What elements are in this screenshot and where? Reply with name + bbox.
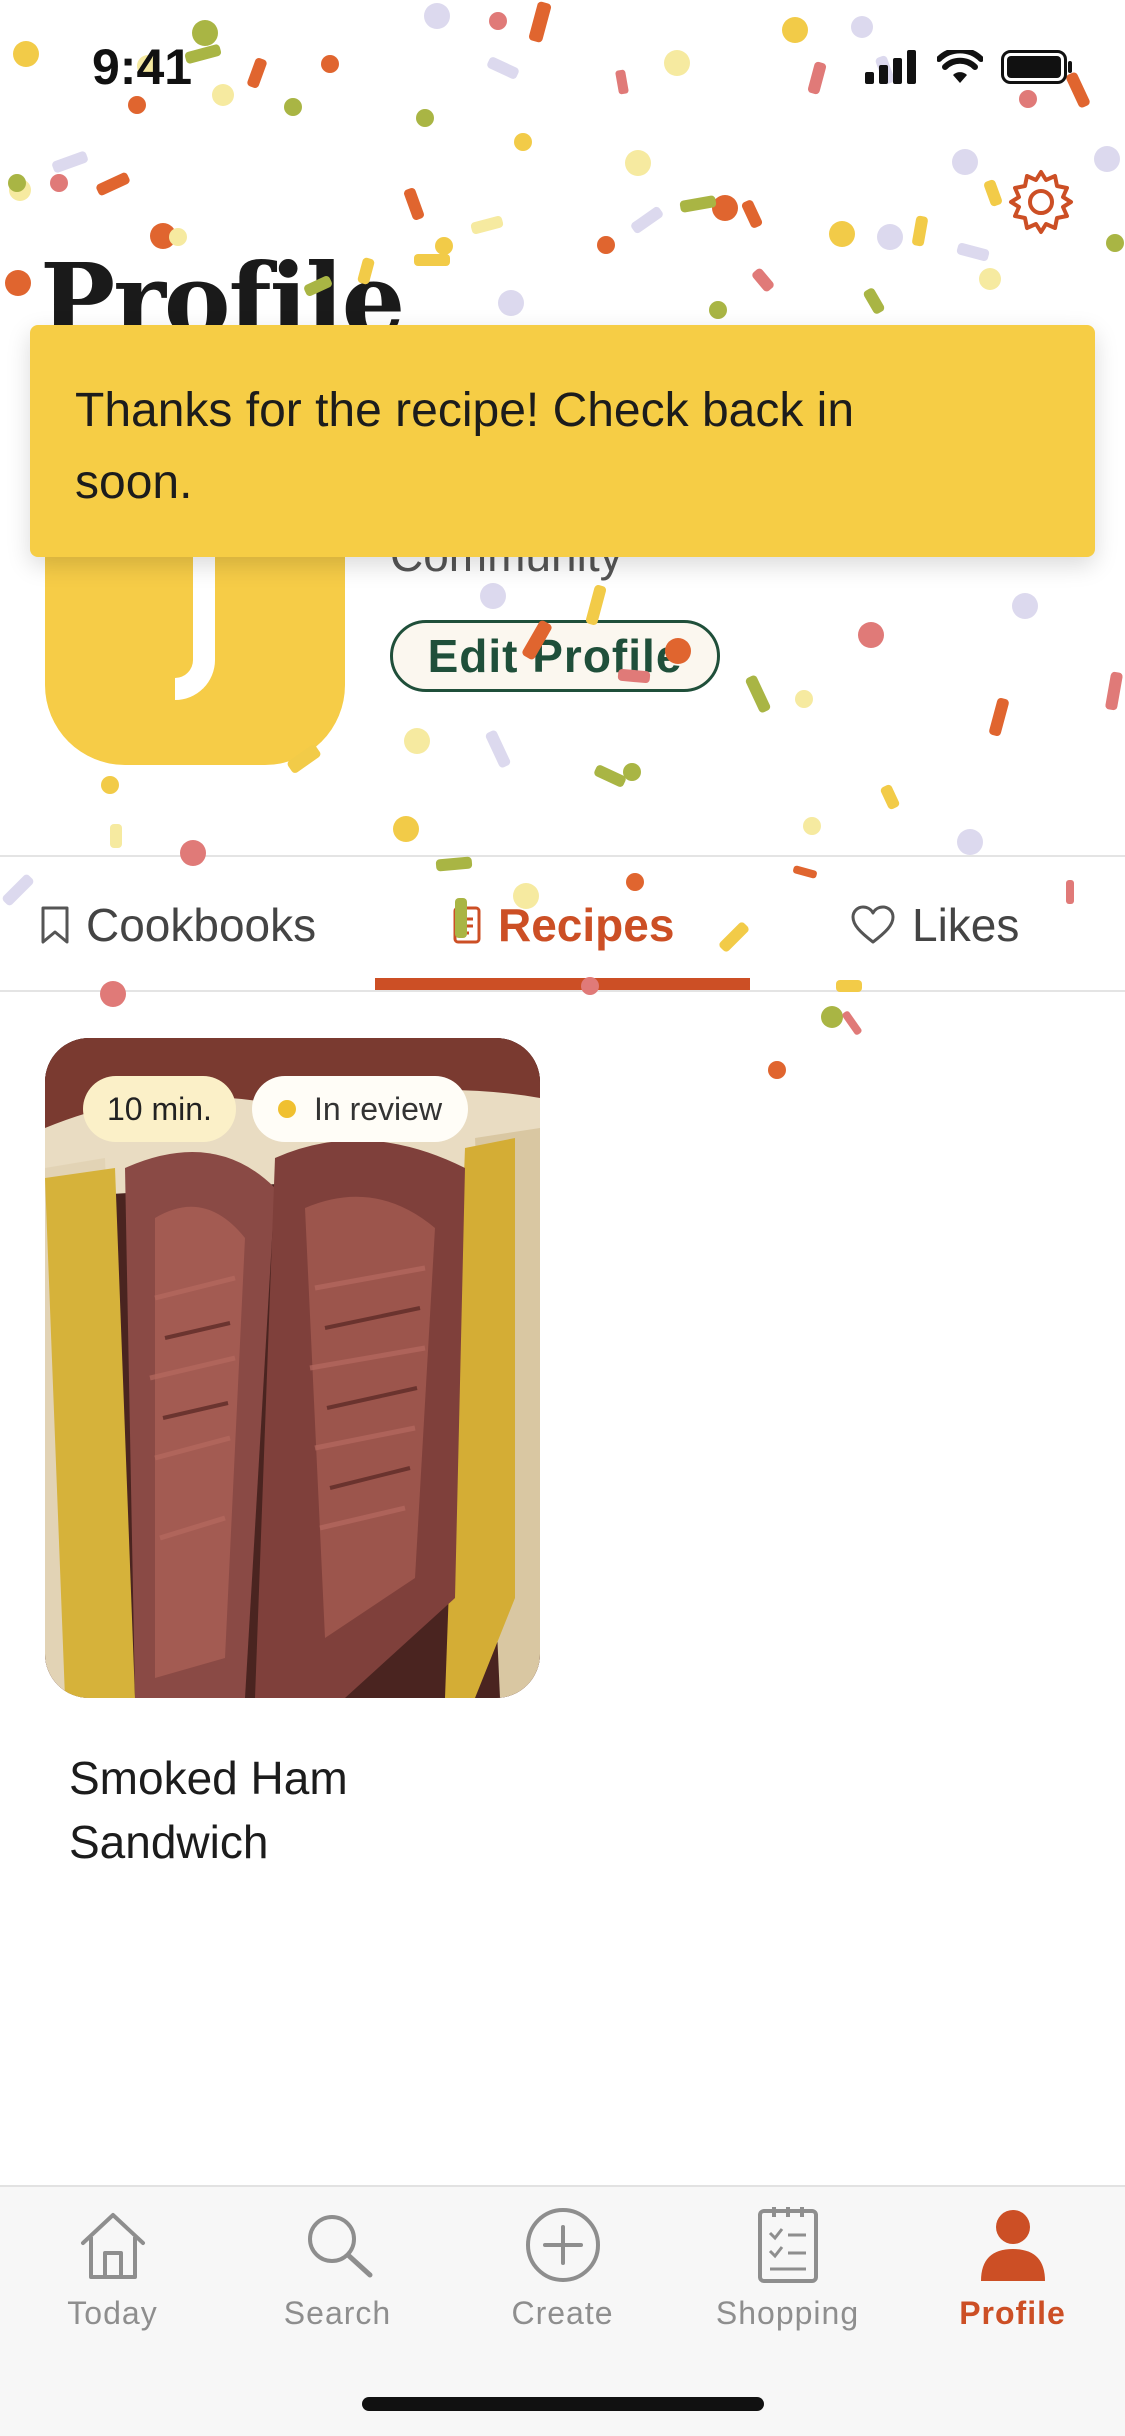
tabbar-item-shopping[interactable]: Shopping xyxy=(675,2205,900,2332)
house-icon xyxy=(80,2213,145,2279)
tabs-divider-bottom xyxy=(0,990,1125,992)
battery-icon xyxy=(1001,50,1072,84)
cook-time-badge: 10 min. xyxy=(83,1076,236,1142)
status-time: 9:41 xyxy=(92,39,193,95)
tabbar-item-search[interactable]: Search xyxy=(225,2205,450,2332)
edit-profile-button[interactable]: Edit Profile xyxy=(390,620,720,692)
tabs-divider-top xyxy=(0,855,1125,857)
status-badge: In review xyxy=(252,1076,469,1142)
status-badge-label: In review xyxy=(314,1090,443,1127)
tab-label: Cookbooks xyxy=(86,899,317,951)
tabbar-label: Shopping xyxy=(715,2295,860,2331)
tabbar-label: Profile xyxy=(959,2295,1066,2331)
recipe-photo: 10 min. In review xyxy=(45,1038,540,1698)
toast-notification[interactable]: Thanks for the recipe! Check back in soo… xyxy=(30,325,1095,557)
tabbar-label: Create xyxy=(511,2295,614,2331)
tabbar-item-profile[interactable]: Profile xyxy=(900,2205,1125,2332)
home-indicator xyxy=(362,2397,764,2411)
status-dot-icon xyxy=(278,1100,296,1118)
active-tab-indicator xyxy=(375,978,750,990)
plus-circle-icon xyxy=(525,2208,600,2282)
status-icons xyxy=(865,50,1073,84)
tab-label: Recipes xyxy=(498,899,675,951)
recipe-card[interactable]: 10 min. In review Smoked Ham Sandwich xyxy=(45,1038,540,1874)
bookmark-icon xyxy=(41,906,69,944)
tabbar-item-create[interactable]: Create xyxy=(450,2205,675,2332)
wifi-icon xyxy=(937,50,983,83)
tabbar-item-today[interactable]: Today xyxy=(0,2205,225,2332)
settings-button[interactable] xyxy=(1005,166,1077,238)
checklist-icon xyxy=(757,2207,818,2283)
recipe-card-icon xyxy=(453,906,481,944)
tab-cookbooks[interactable]: Cookbooks xyxy=(40,890,316,960)
magnifier-icon xyxy=(307,2215,372,2278)
tab-recipes[interactable]: Recipes xyxy=(452,890,674,960)
cellular-signal-icon xyxy=(865,50,916,84)
gear-icon xyxy=(1009,170,1073,234)
toast-message: Thanks for the recipe! Check back in soo… xyxy=(75,384,855,509)
person-icon xyxy=(980,2210,1045,2281)
tab-label: Likes xyxy=(912,899,1020,951)
heart-icon xyxy=(851,905,895,944)
tabbar-label: Search xyxy=(283,2295,392,2331)
recipe-title: Smoked Ham Sandwich xyxy=(69,1752,348,1868)
tabbar-label: Today xyxy=(67,2295,158,2331)
status-bar: 9:41 xyxy=(0,0,1125,140)
tab-likes[interactable]: Likes xyxy=(850,890,1019,960)
